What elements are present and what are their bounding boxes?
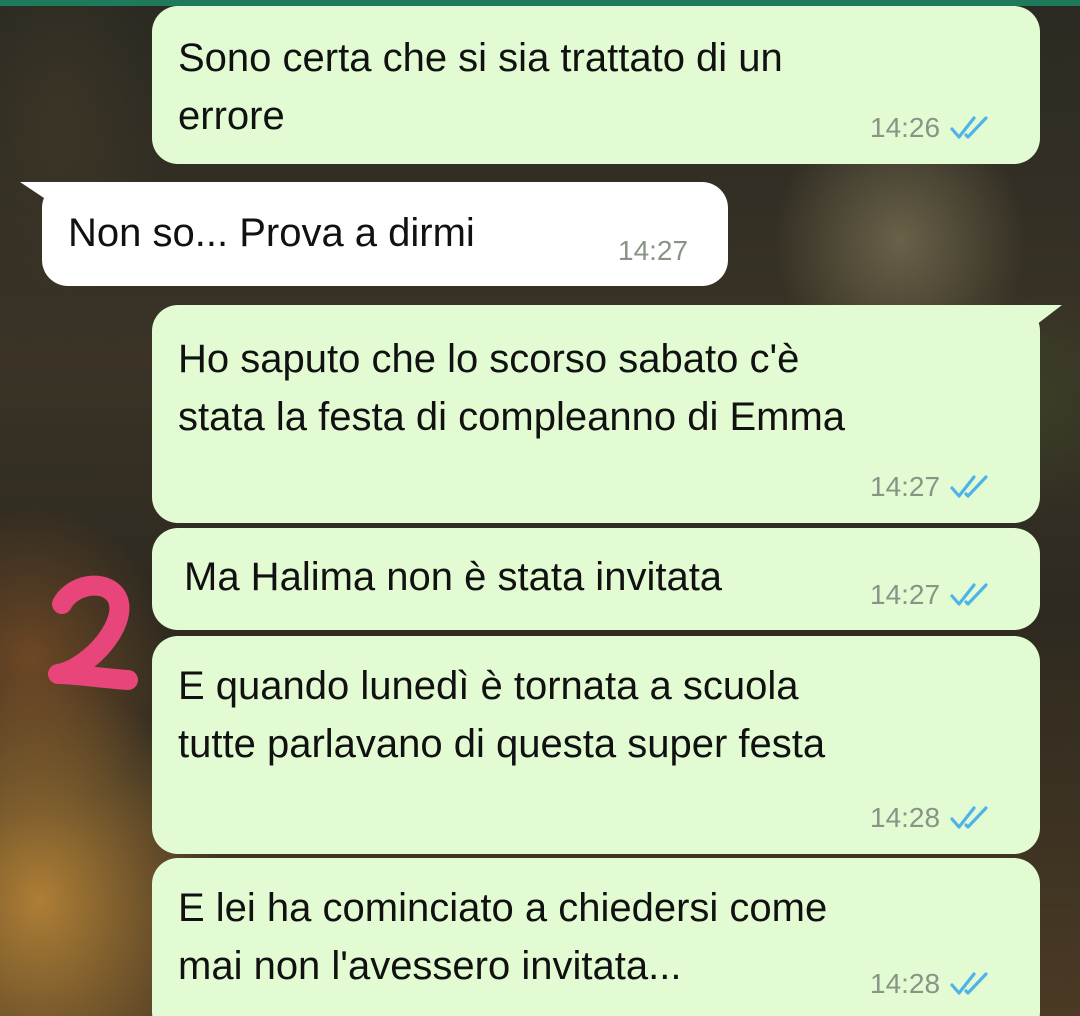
message-bubble-outgoing[interactable]: Ho saputo che lo scorso sabato c'è stata… (152, 305, 1040, 523)
double-check-icon (950, 116, 988, 139)
message-bubble-outgoing[interactable]: E lei ha cominciato a chiedersi come mai… (152, 858, 1040, 1016)
message-time: 14:28 (870, 802, 941, 833)
message-time: 14:27 (870, 471, 941, 502)
message-text: Non so... Prova a dirmi (68, 211, 475, 255)
message-text: Sono certa che si sia trattato di un err… (178, 36, 783, 138)
message-text: E quando lunedì è tornata a scuola tutte… (178, 664, 826, 766)
message-meta: 14:28 (870, 968, 990, 1000)
message-bubble-outgoing[interactable]: Sono certa che si sia trattato di un err… (152, 6, 1040, 164)
message-text: Ma Halima non è stata invitata (184, 555, 723, 599)
message-bubble-outgoing[interactable]: E quando lunedì è tornata a scuola tutte… (152, 636, 1040, 854)
message-time: 14:28 (870, 968, 941, 999)
handwritten-number-annotation (48, 575, 138, 690)
message-meta: 14:27 (618, 235, 688, 267)
message-time: 14:27 (870, 579, 941, 610)
double-check-icon (950, 972, 988, 995)
message-text: E lei ha cominciato a chiedersi come mai… (178, 886, 828, 988)
double-check-icon (950, 806, 988, 829)
message-time: 14:27 (618, 235, 689, 266)
message-bubble-outgoing[interactable]: Ma Halima non è stata invitata 14:27 (152, 528, 1040, 630)
message-text: Ho saputo che lo scorso sabato c'è stata… (178, 337, 846, 439)
message-meta: 14:28 (870, 802, 990, 834)
message-time: 14:26 (870, 112, 941, 143)
message-meta: 14:27 (870, 471, 990, 503)
message-meta: 14:26 (870, 112, 990, 144)
double-check-icon (950, 583, 988, 606)
message-bubble-incoming[interactable]: Non so... Prova a dirmi 14:27 (42, 182, 728, 286)
double-check-icon (950, 475, 988, 498)
message-meta: 14:27 (870, 579, 990, 611)
